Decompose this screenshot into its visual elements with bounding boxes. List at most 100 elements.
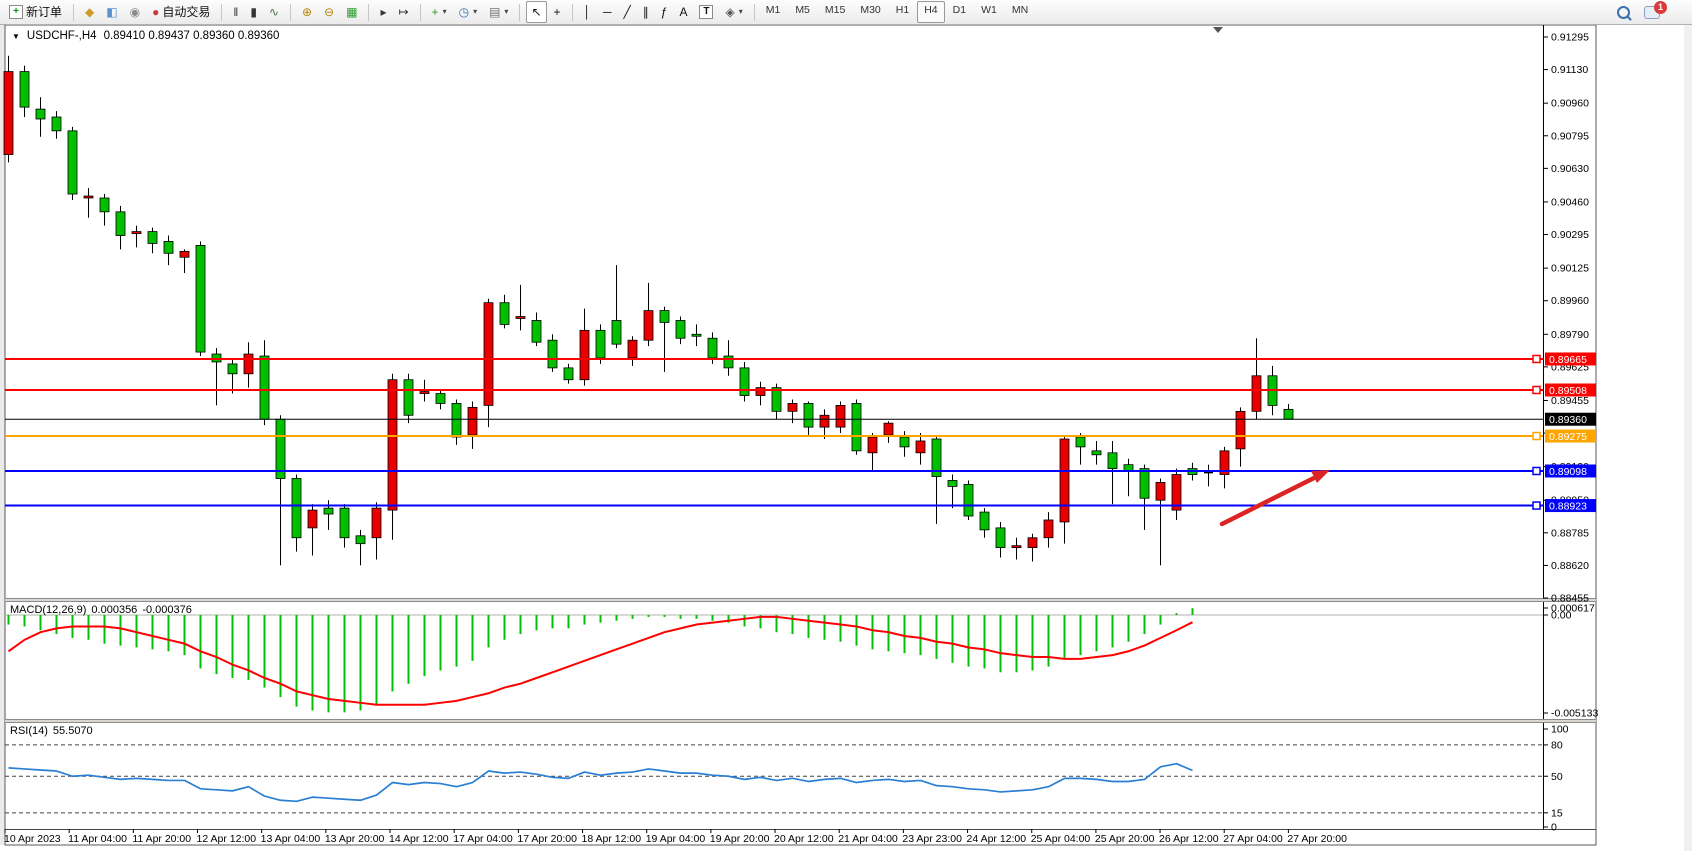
indicators-icon: +	[432, 6, 439, 18]
time-tick-label: 17 Apr 20:00	[517, 833, 577, 845]
fibonacci-button[interactable]: ƒ	[656, 1, 673, 23]
indicators-button[interactable]: +▾	[427, 1, 452, 23]
timeframe-d1-button[interactable]: D1	[946, 1, 973, 23]
text-button[interactable]: A	[674, 1, 692, 23]
macd-histogram-bar	[936, 615, 938, 659]
time-tick-label: 25 Apr 20:00	[1095, 833, 1155, 845]
text-label-button[interactable]: T	[694, 1, 718, 23]
trendline-icon: ╱	[624, 6, 631, 18]
candle-body	[324, 508, 333, 514]
candle-body	[404, 380, 413, 416]
market-watch-button[interactable]: ◆	[80, 1, 99, 23]
level-marker[interactable]	[1533, 467, 1540, 474]
macd-histogram-bar	[648, 615, 650, 617]
chart-shift-button[interactable]: ↦	[393, 1, 413, 23]
price-badge-label: 0.89665	[1549, 354, 1587, 366]
text-icon: A	[679, 6, 687, 18]
candle-body	[692, 334, 701, 336]
candle-body	[228, 364, 237, 374]
crosshair-button[interactable]: +	[549, 1, 566, 23]
macd-histogram-bar	[584, 615, 586, 625]
equidistant-channel-button[interactable]: ∥	[638, 1, 654, 23]
level-marker[interactable]	[1533, 433, 1540, 440]
macd-histogram-bar	[168, 615, 170, 651]
candle-body	[4, 72, 13, 155]
rsi-axis-label: 100	[1551, 724, 1569, 736]
timeframe-m1-button[interactable]: M1	[759, 1, 788, 23]
candle-body	[1236, 411, 1245, 449]
candle-body	[676, 320, 685, 338]
candle-body	[1140, 469, 1149, 499]
chevron-down-icon[interactable]: ▼	[12, 32, 20, 41]
candle-body	[196, 245, 205, 352]
trendline-button[interactable]: ╱	[619, 1, 636, 23]
new-order-button[interactable]: +新订单	[4, 1, 67, 23]
timeframe-m15-button[interactable]: M15	[818, 1, 852, 23]
timeframe-h4-button[interactable]: H4	[917, 1, 944, 23]
line-chart-button[interactable]: ∿	[264, 1, 284, 23]
chevron-down-icon: ▾	[473, 8, 477, 16]
candle-body	[708, 338, 717, 358]
templates-button[interactable]: ▤▾	[484, 1, 513, 23]
arrows-button[interactable]: ◈▾	[720, 1, 747, 23]
level-marker[interactable]	[1533, 355, 1540, 362]
notification-badge: 1	[1654, 1, 1667, 14]
candle-body	[100, 198, 109, 212]
candle-body	[372, 508, 381, 538]
macd-histogram-bar	[1192, 608, 1194, 615]
price-badge-label: 0.89098	[1549, 466, 1587, 478]
auto-trading-button[interactable]: ●自动交易	[147, 1, 215, 23]
timeframe-h1-button[interactable]: H1	[889, 1, 916, 23]
candle-body	[308, 510, 317, 528]
toolbar-buttons: +新订单◆◧◉●自动交易‖▮∿⊕⊖▦▸↦+▾◷▾▤▾↖+│─╱∥ƒAT◈▾	[4, 1, 759, 23]
timeframe-m5-button[interactable]: M5	[788, 1, 817, 23]
vertical-line-button[interactable]: │	[579, 1, 597, 23]
candle-body	[1108, 453, 1117, 469]
macd-histogram-bar	[712, 615, 714, 621]
macd-histogram-bar	[1176, 613, 1178, 615]
zoom-out-button[interactable]: ⊖	[319, 1, 339, 23]
periods-button[interactable]: ◷▾	[454, 1, 483, 23]
candle-body	[1028, 538, 1037, 548]
candle-body	[804, 403, 813, 427]
candle-body	[548, 340, 557, 368]
candle-body	[916, 441, 925, 453]
time-tick-label: 17 Apr 04:00	[453, 833, 513, 845]
macd-histogram-bar	[1096, 615, 1098, 651]
bar-chart-button[interactable]: ‖	[228, 1, 243, 23]
rsi-axis-label: 0	[1551, 822, 1557, 834]
cursor-button[interactable]: ↖	[526, 1, 546, 23]
candle-body	[180, 251, 189, 257]
time-tick-label: 19 Apr 04:00	[646, 833, 706, 845]
tile-windows-button[interactable]: ▦	[341, 1, 362, 23]
timeframe-m30-button[interactable]: M30	[853, 1, 887, 23]
macd-histogram-bar	[200, 615, 202, 668]
zoom-in-button[interactable]: ⊕	[297, 1, 317, 23]
notifications-icon[interactable]: 1	[1644, 6, 1660, 19]
macd-histogram-bar	[104, 615, 106, 644]
timeframe-mn-button[interactable]: MN	[1005, 1, 1035, 23]
price-badge-label: 0.89360	[1549, 414, 1587, 426]
macd-histogram-bar	[968, 615, 970, 667]
candle-body	[580, 330, 589, 379]
chart-canvas[interactable]: 0.912950.911300.909600.907950.906300.904…	[0, 0, 1692, 851]
navigator-button[interactable]: ◧	[101, 1, 122, 23]
candle-body	[1284, 409, 1293, 419]
horizontal-line-button[interactable]: ─	[598, 1, 617, 23]
auto-scroll-button[interactable]: ▸	[375, 1, 391, 23]
macd-histogram-bar	[520, 615, 522, 634]
price-tick-label: 0.90630	[1551, 163, 1589, 175]
candle-body	[900, 437, 909, 447]
time-tick-label: 19 Apr 20:00	[710, 833, 770, 845]
vertical-line-icon: │	[584, 6, 592, 18]
price-tick-label: 0.89790	[1551, 329, 1589, 341]
timeframe-w1-button[interactable]: W1	[974, 1, 1004, 23]
search-icon[interactable]	[1617, 6, 1630, 19]
candle-body	[164, 241, 173, 253]
candlestick-icon: ▮	[250, 6, 257, 18]
candle-body	[1124, 465, 1133, 471]
terminal-button[interactable]: ◉	[125, 1, 145, 23]
level-marker[interactable]	[1533, 386, 1540, 393]
level-marker[interactable]	[1533, 502, 1540, 509]
candlestick-button[interactable]: ▮	[245, 1, 262, 23]
